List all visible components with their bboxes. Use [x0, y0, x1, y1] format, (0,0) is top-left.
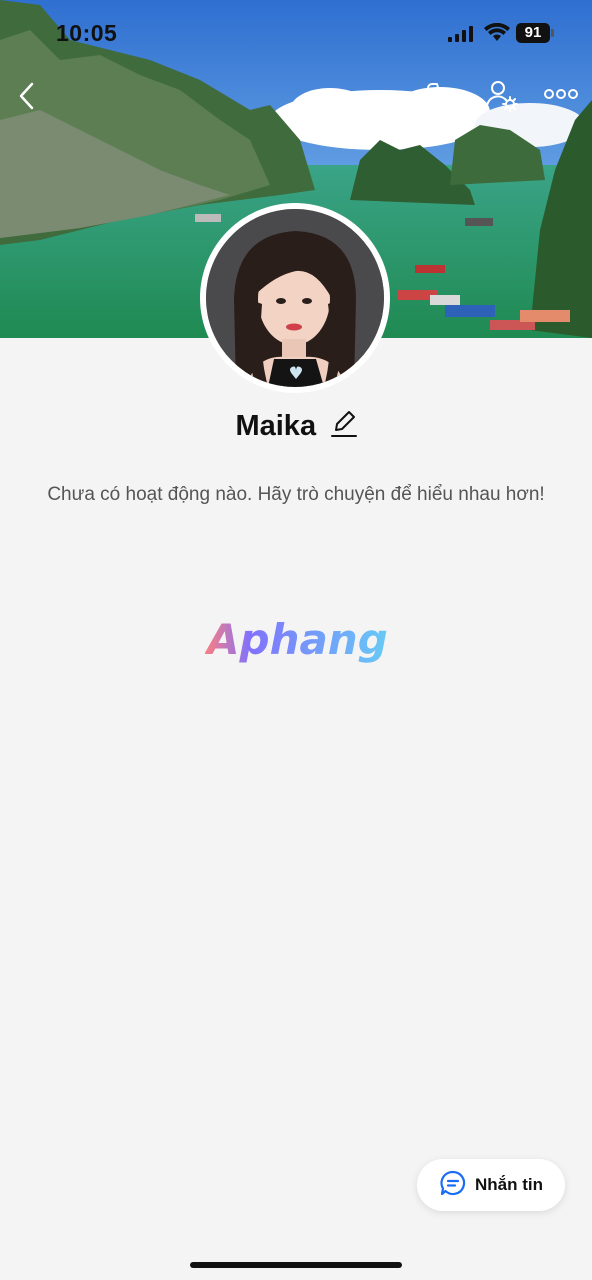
- status-bar: 10:05 91: [0, 0, 592, 66]
- avatar-photo: [206, 209, 384, 387]
- cellular-signal-icon: [448, 26, 476, 47]
- empty-activity-message: Chưa có hoạt động nào. Hãy trò chuyện để…: [47, 484, 545, 505]
- user-gear-icon[interactable]: [484, 78, 520, 119]
- home-indicator[interactable]: [190, 1262, 402, 1268]
- pencil-icon[interactable]: [330, 410, 357, 443]
- svg-text:Aphang: Aphang: [205, 615, 387, 664]
- wifi-icon: [484, 22, 510, 48]
- battery-tip: [551, 29, 554, 37]
- avatar[interactable]: [200, 203, 390, 393]
- status-time: 10:05: [56, 20, 118, 46]
- chat-bubble-icon: [439, 1169, 467, 1202]
- chevron-left-icon[interactable]: [14, 80, 42, 117]
- battery-level: 91: [516, 23, 550, 43]
- more-dots-icon[interactable]: [544, 86, 578, 107]
- message-button-label: Nhắn tin: [475, 1175, 543, 1194]
- profile-name: Maika: [235, 410, 317, 442]
- phone-icon[interactable]: [424, 80, 458, 119]
- watermark-logo: Aphang: [204, 612, 388, 668]
- message-button[interactable]: Nhắn tin: [417, 1159, 565, 1211]
- profile-name-row: Maika: [0, 410, 592, 443]
